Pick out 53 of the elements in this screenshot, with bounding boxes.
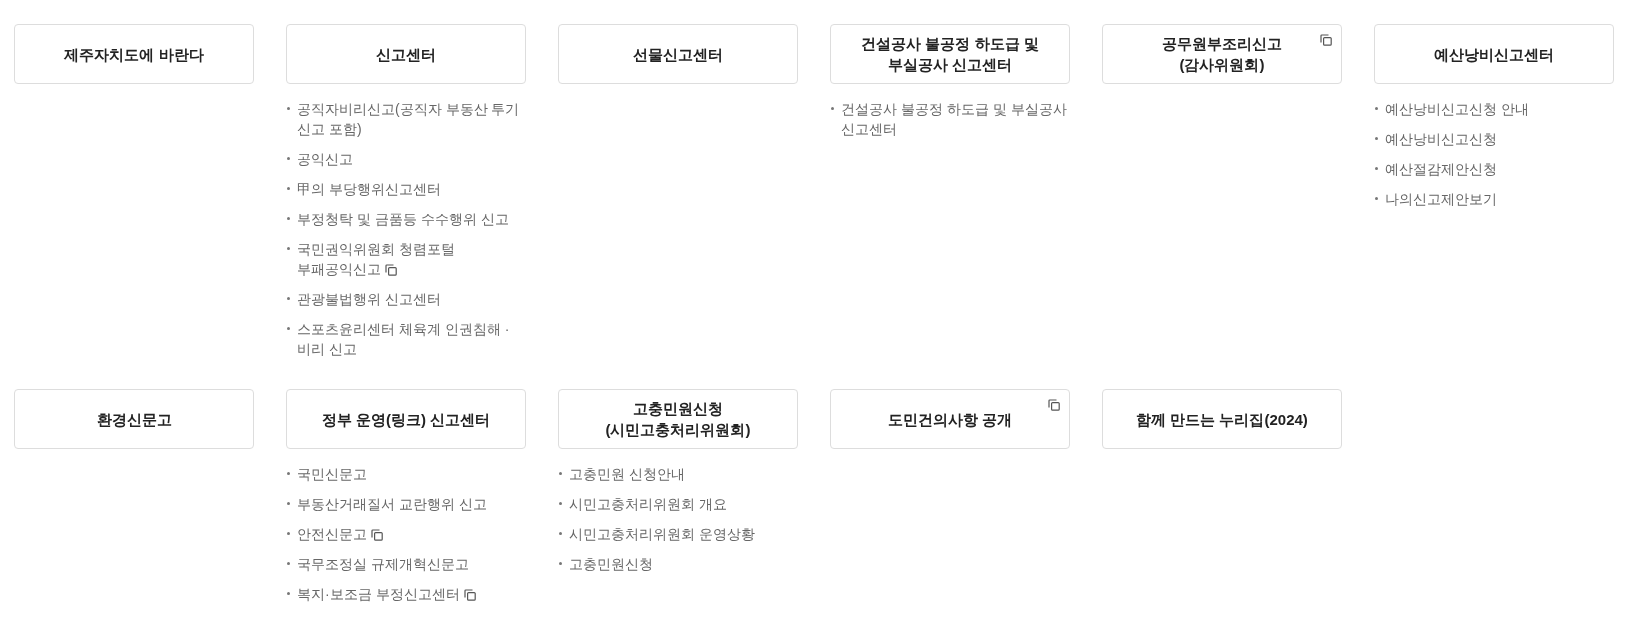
category-link[interactable]: 고충민원신청 (시민고충처리위원회) — [558, 389, 798, 449]
category-link[interactable]: 도민건의사항 공개 — [830, 389, 1070, 449]
bullet-icon — [287, 472, 290, 475]
submenu-link[interactable]: 甲의 부당행위신고센터 — [297, 179, 441, 199]
bullet-icon — [287, 327, 290, 330]
submenu-link[interactable]: 스포츠윤리센터 체육계 인권침해 · 비리 신고 — [297, 319, 526, 359]
bullet-icon — [559, 532, 562, 535]
bullet-icon — [559, 472, 562, 475]
bullet-icon — [559, 562, 562, 565]
category-link[interactable]: 선물신고센터 — [558, 24, 798, 84]
submenu-link[interactable]: 부동산거래질서 교란행위 신고 — [297, 494, 487, 514]
category-link[interactable]: 건설공사 불공정 하도급 및 부실공사 신고센터 — [830, 24, 1070, 84]
submenu-link[interactable]: 국민권익위원회 청렴포털 부패공익신고 — [297, 239, 526, 279]
submenu-link[interactable]: 부정청탁 및 금품등 수수행위 신고 — [297, 209, 509, 229]
submenu-link[interactable]: 공직자비리신고(공직자 부동산 투기 신고 포함) — [297, 99, 526, 139]
category-link[interactable]: 공무원부조리신고 (감사위원회) — [1102, 24, 1342, 84]
submenu-link[interactable]: 안전신문고 — [297, 524, 383, 544]
submenu-link[interactable]: 예산절감제안신청 — [1385, 159, 1497, 179]
category-link[interactable]: 예산낭비신고센터 — [1374, 24, 1614, 84]
bullet-icon — [1375, 137, 1378, 140]
bullet-icon — [831, 107, 834, 110]
bullet-icon — [1375, 107, 1378, 110]
bullet-icon — [287, 217, 290, 220]
bullet-icon — [1375, 167, 1378, 170]
submenu-link[interactable]: 공익신고 — [297, 149, 353, 169]
submenu-link[interactable]: 국민신문고 — [297, 464, 367, 484]
submenu-link[interactable]: 나의신고제안보기 — [1385, 189, 1497, 209]
submenu-link[interactable]: 복지·보조금 부정신고센터 — [297, 584, 476, 604]
submenu-link[interactable]: 국무조정실 규제개혁신문고 — [297, 554, 469, 574]
submenu-link[interactable]: 고충민원 신청안내 — [569, 464, 685, 484]
bullet-icon — [287, 157, 290, 160]
submenu-link[interactable]: 관광불법행위 신고센터 — [297, 289, 441, 309]
bullet-icon — [1375, 197, 1378, 200]
bullet-icon — [287, 592, 290, 595]
category-link[interactable]: 신고센터 — [286, 24, 526, 84]
bullet-icon — [287, 247, 290, 250]
bullet-icon — [287, 562, 290, 565]
bullet-icon — [559, 502, 562, 505]
submenu-link[interactable]: 시민고충처리위원회 운영상황 — [569, 524, 755, 544]
category-link[interactable]: 환경신문고 — [14, 389, 254, 449]
bullet-icon — [287, 107, 290, 110]
bullet-icon — [287, 297, 290, 300]
submenu-link[interactable]: 고충민원신청 — [569, 554, 653, 574]
bullet-icon — [287, 502, 290, 505]
category-link[interactable]: 제주자치도에 바란다 — [14, 24, 254, 84]
category-link[interactable]: 정부 운영(링크) 신고센터 — [286, 389, 526, 449]
submenu-link[interactable]: 건설공사 불공정 하도급 및 부실공사 신고센터 — [841, 99, 1070, 139]
submenu-link[interactable]: 예산낭비신고신청 안내 — [1385, 99, 1529, 119]
submenu-link[interactable]: 시민고충처리위원회 개요 — [569, 494, 727, 514]
category-link[interactable]: 함께 만드는 누리집(2024) — [1102, 389, 1342, 449]
bullet-icon — [287, 187, 290, 190]
submenu-link[interactable]: 예산낭비신고신청 — [1385, 129, 1497, 149]
bullet-icon — [287, 532, 290, 535]
